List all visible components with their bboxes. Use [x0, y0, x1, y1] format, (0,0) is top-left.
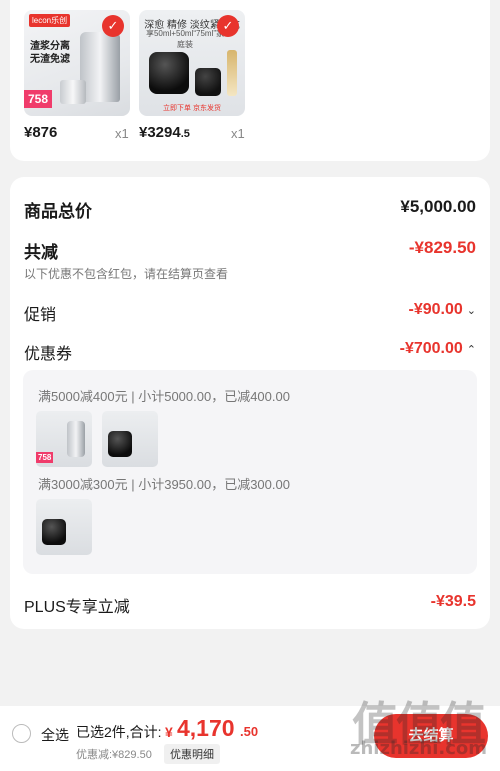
image-price-badge: 758 — [36, 452, 54, 463]
promo-row[interactable]: 促销 -¥90.00 ⌄ — [24, 301, 476, 325]
image-caption: 渣浆分离 无渣免滤 — [30, 41, 70, 65]
reduce-label: 共减 — [24, 243, 58, 262]
chevron-down-icon: ⌄ — [466, 305, 476, 317]
price-summary-card: 商品总价 ¥5,000.00 共减 -¥829.50 以下优惠不包含红包，请在结… — [10, 177, 490, 629]
juicer-illustration — [80, 32, 120, 102]
coupon-value: -¥700.00 ⌃ — [399, 340, 476, 357]
item-quantity: x1 — [115, 126, 129, 141]
total-price-label: 商品总价 — [24, 202, 92, 221]
selected-count: 已选2件,合计: — [76, 724, 162, 740]
discount-summary: 优惠减:¥829.50 — [76, 749, 152, 761]
image-footer: 立即下单 京东发货 — [163, 105, 221, 112]
promo-value: -¥90.00 ⌄ — [408, 301, 476, 318]
coupon-rule: 满5000减400元 | 小计5000.00，已减400.00 — [38, 389, 290, 404]
check-icon[interactable]: ✓ — [102, 15, 124, 37]
product-image-juicer[interactable]: lecon乐创 渣浆分离 无渣免滤 758 ✓ — [24, 10, 130, 116]
total-currency: ¥ — [165, 724, 173, 740]
item-price: ¥3294.5 — [139, 124, 190, 141]
image-subcaption: 享50ml+50ml“75ml”家庭装 — [145, 29, 225, 49]
brand-tag: lecon乐创 — [29, 14, 71, 27]
total-amount: 4,170 — [177, 715, 235, 741]
coupon-item-thumb: 758 — [36, 411, 92, 467]
total-price-row: 商品总价 ¥5,000.00 — [24, 197, 476, 222]
coupon-item-thumb — [102, 411, 158, 467]
chevron-up-icon: ⌃ — [466, 344, 476, 356]
coupon-rule: 满3000减300元 | 小计3950.00，已减300.00 — [38, 477, 290, 492]
product-image-skincare[interactable]: 深愈 精修 淡纹紧塑抗 享50ml+50ml“75ml”家庭装 立即下单 京东发… — [139, 10, 245, 116]
total-reduce-row: 共减 -¥829.50 — [24, 238, 476, 263]
total-amount-decimal: .50 — [240, 724, 259, 739]
check-icon[interactable]: ✓ — [217, 15, 239, 37]
watermark-url: zhizhizhi.com — [350, 738, 488, 759]
jar-illustration — [149, 52, 189, 94]
total-price-value: ¥5,000.00 — [400, 197, 476, 216]
radio-icon[interactable] — [12, 724, 31, 743]
cart-items-card: lecon乐创 渣浆分离 无渣免滤 758 ✓ 深愈 精修 淡纹紧塑抗 享50ml… — [10, 0, 490, 161]
item-quantity: x1 — [231, 126, 245, 141]
coupon-item-thumb — [36, 499, 92, 555]
jug-illustration — [60, 80, 86, 104]
plus-discount-row: PLUS专享立减 -¥39.5 — [24, 593, 476, 617]
plus-value: -¥39.5 — [430, 593, 476, 610]
reduce-note: 以下优惠不包含红包，请在结算页查看 — [24, 267, 229, 281]
jar-illustration — [195, 68, 221, 96]
bottle-illustration — [227, 50, 237, 96]
coupon-detail-box: 满5000减400元 | 小计5000.00，已减400.00 758 满300… — [23, 370, 477, 574]
item-price: ¥876 — [24, 124, 58, 141]
coupon-row[interactable]: 优惠券 -¥700.00 ⌃ — [24, 340, 476, 364]
promo-label: 促销 — [24, 307, 57, 324]
plus-label: PLUS专享立减 — [24, 599, 130, 616]
discount-detail-button[interactable]: 优惠明细 — [164, 744, 220, 764]
image-price-badge: 758 — [24, 90, 53, 108]
reduce-value: -¥829.50 — [408, 238, 476, 257]
coupon-label: 优惠券 — [24, 346, 73, 363]
select-all-label[interactable]: 全选 — [41, 725, 69, 745]
